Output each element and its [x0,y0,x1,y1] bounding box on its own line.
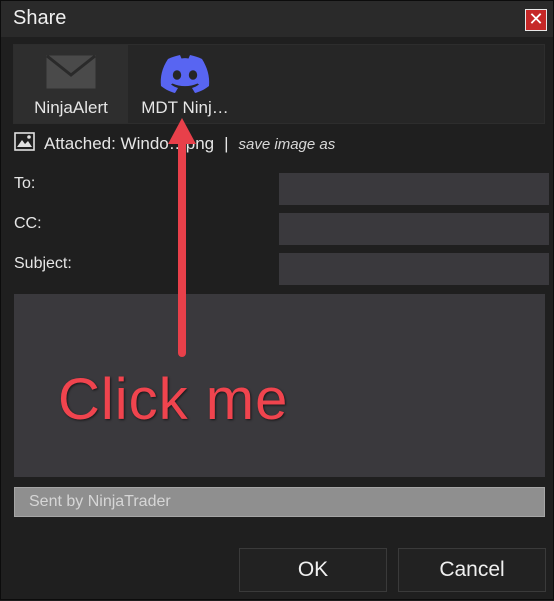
share-dialog: Share ✕ NinjaAlert MDT Ninj… Attached: W… [0,0,554,600]
annotation-arrow [168,118,196,357]
annotation-text: Click me [58,367,289,432]
